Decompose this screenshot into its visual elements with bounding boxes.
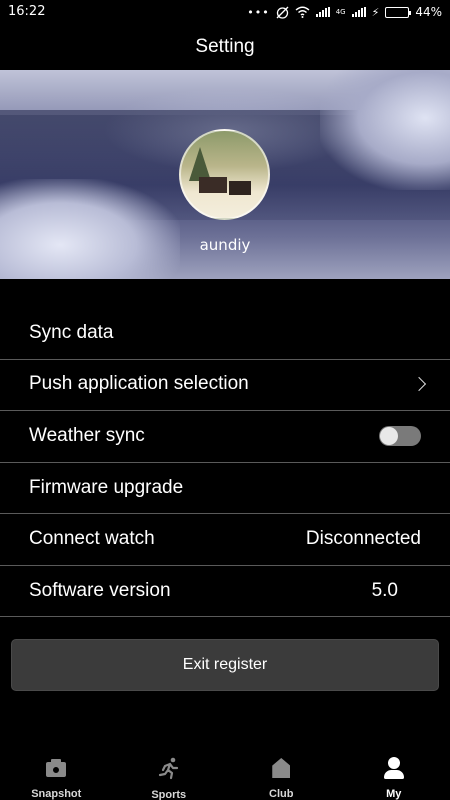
person-icon bbox=[382, 756, 406, 779]
nav-sports-label: Sports bbox=[151, 789, 187, 800]
software-version-value: 5.0 bbox=[371, 579, 398, 601]
push-application-label: Push application selection bbox=[29, 373, 249, 395]
connect-watch-label: Connect watch bbox=[29, 528, 155, 550]
battery-icon bbox=[385, 6, 412, 18]
weather-sync-toggle[interactable] bbox=[379, 425, 421, 446]
runner-icon bbox=[157, 756, 181, 780]
weather-sync-item: Weather sync bbox=[0, 410, 450, 462]
signal-strength-2-icon bbox=[351, 7, 366, 17]
camera-icon bbox=[44, 756, 68, 779]
nav-snapshot[interactable]: Snapshot bbox=[0, 752, 113, 800]
push-application-selection-item[interactable]: Push application selection bbox=[0, 358, 450, 411]
nav-sports[interactable]: Sports bbox=[113, 752, 226, 800]
home-icon bbox=[269, 756, 293, 779]
app-header: Setting bbox=[0, 24, 450, 70]
nav-club[interactable]: Club bbox=[225, 752, 338, 800]
weather-sync-label: Weather sync bbox=[29, 424, 145, 446]
page-title: Setting bbox=[195, 36, 255, 57]
status-bar: 16:22 ••• 4G ⚡ 44% bbox=[0, 0, 450, 24]
avatar-cabin-icon bbox=[199, 177, 227, 193]
more-notifications-icon: ••• bbox=[247, 5, 270, 19]
connect-watch-item[interactable]: Connect watch Disconnected bbox=[0, 513, 450, 565]
nav-snapshot-label: Snapshot bbox=[31, 788, 82, 800]
wifi-icon bbox=[295, 6, 310, 18]
battery-percent: 44% bbox=[415, 5, 442, 19]
firmware-upgrade-label: Firmware upgrade bbox=[29, 476, 184, 498]
username: aundiy bbox=[199, 236, 251, 254]
alarm-off-icon bbox=[276, 6, 289, 19]
connect-watch-status: Disconnected bbox=[305, 528, 421, 550]
toggle-knob bbox=[380, 426, 398, 445]
avatar-cabin2-icon bbox=[229, 181, 251, 195]
network-type: 4G bbox=[335, 7, 346, 16]
avatar[interactable] bbox=[179, 129, 270, 220]
charging-icon: ⚡ bbox=[371, 5, 380, 19]
nav-my[interactable]: My bbox=[338, 752, 450, 800]
firmware-upgrade-item[interactable]: Firmware upgrade bbox=[0, 461, 450, 514]
bottom-nav: Snapshot Sports Club My bbox=[0, 752, 450, 800]
sync-data-label: Sync data bbox=[29, 321, 114, 343]
status-icons: ••• 4G ⚡ 44% bbox=[247, 3, 442, 21]
settings-list: Sync data Push application selection Wea… bbox=[0, 307, 450, 617]
exit-register-button[interactable]: Exit register bbox=[11, 639, 439, 691]
software-version-item: Software version 5.0 bbox=[0, 564, 450, 617]
avatar-tree-icon bbox=[189, 147, 211, 181]
banner-snow-right bbox=[320, 70, 450, 190]
sync-data-item[interactable]: Sync data bbox=[0, 307, 450, 359]
banner-snow-left bbox=[0, 179, 180, 279]
status-time: 16:22 bbox=[8, 4, 46, 19]
signal-strength-icon bbox=[315, 7, 330, 17]
software-version-label: Software version bbox=[29, 579, 171, 601]
nav-club-label: Club bbox=[269, 788, 294, 800]
nav-my-label: My bbox=[386, 788, 402, 800]
